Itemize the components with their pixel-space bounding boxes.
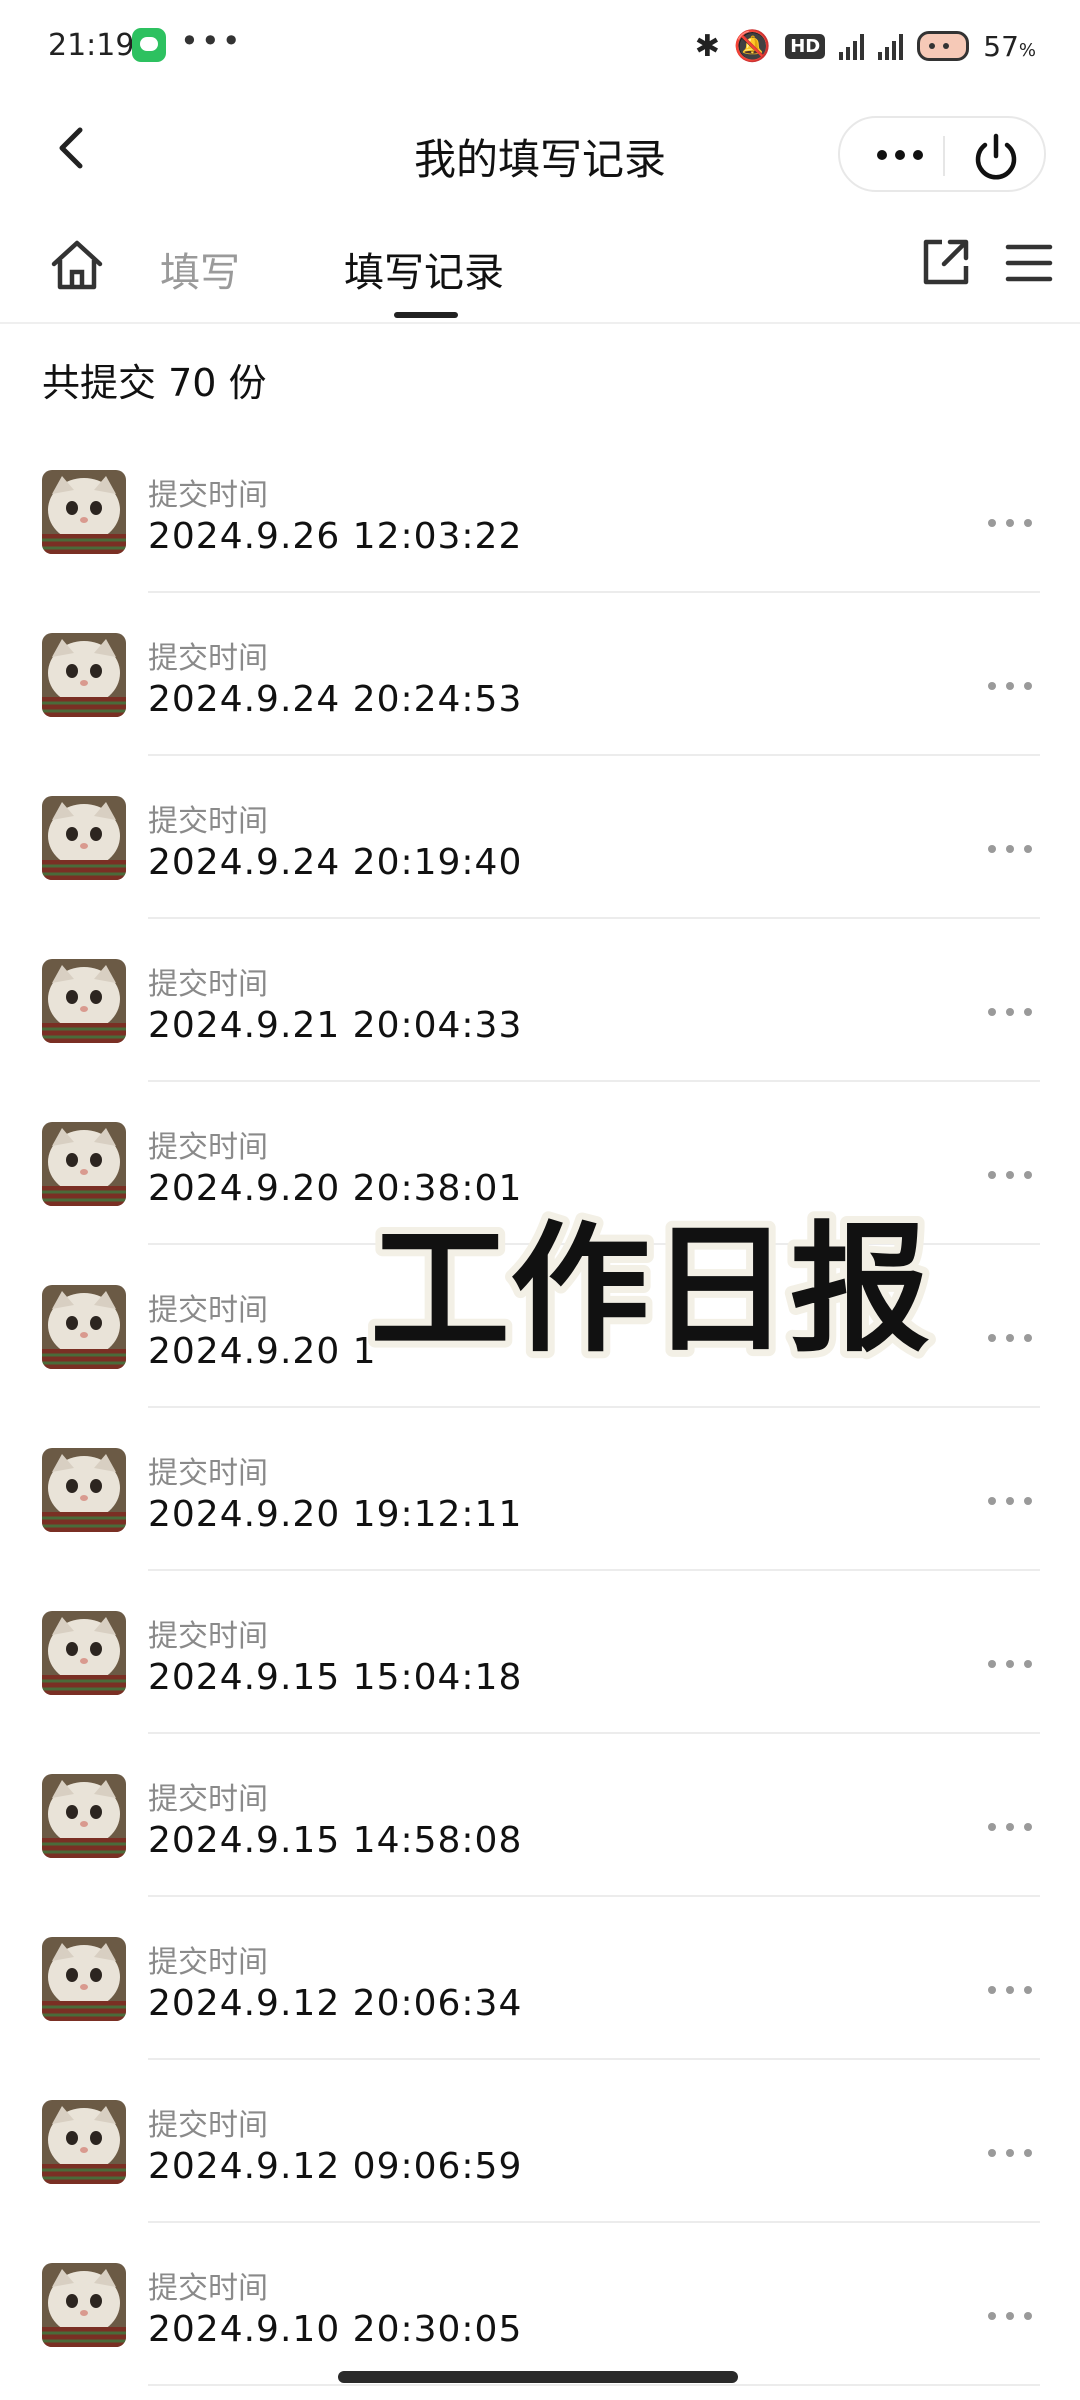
avatar	[42, 470, 126, 554]
record-row[interactable]: 提交时间 2024.9.26 12:03:22	[0, 430, 1080, 593]
submit-time-label: 提交时间	[148, 1945, 268, 1980]
avatar	[42, 796, 126, 880]
submit-time-label: 提交时间	[148, 1782, 268, 1817]
record-row[interactable]: 提交时间 2024.9.15 14:58:08	[0, 1734, 1080, 1897]
overlay-sticker-text: 工作日报	[363, 1202, 937, 1379]
submit-time-value: 2024.9.26 12:03:22	[148, 516, 523, 557]
record-row[interactable]: 提交时间 2024.9.21 20:04:33	[0, 919, 1080, 1082]
submit-time-value: 2024.9.20 19:12:11	[148, 1494, 523, 1535]
avatar	[42, 2100, 126, 2184]
row-divider	[148, 2384, 1040, 2386]
submission-count: 共提交 70 份	[42, 361, 267, 405]
more-dots-icon[interactable]	[984, 514, 1036, 532]
share-external-icon[interactable]	[918, 234, 974, 290]
record-row[interactable]: 提交时间 2024.9.24 20:24:53	[0, 593, 1080, 756]
submit-time-value: 2024.9.15 14:58:08	[148, 1820, 523, 1861]
submit-time-label: 提交时间	[148, 478, 268, 513]
record-row[interactable]: 提交时间 2024.9.12 09:06:59	[0, 2060, 1080, 2223]
record-row[interactable]: 提交时间 2024.9.12 20:06:34	[0, 1897, 1080, 2060]
more-options-icon[interactable]	[860, 130, 940, 180]
submit-time-value: 2024.9.24 20:19:40	[148, 842, 523, 883]
tab-records[interactable]: 填写记录	[344, 240, 504, 298]
home-indicator[interactable]	[338, 2371, 738, 2383]
mute-bell-icon: 🔕	[733, 28, 772, 64]
title-bar: 我的填写记录	[0, 96, 1080, 212]
avatar	[42, 1285, 126, 1369]
more-dots-icon[interactable]	[984, 1003, 1036, 1021]
more-dots-icon[interactable]	[984, 677, 1036, 695]
more-dots-icon[interactable]	[984, 1655, 1036, 1673]
hd-voice-icon: HD	[785, 33, 826, 59]
record-row[interactable]: 提交时间 2024.9.20 19:12:11	[0, 1408, 1080, 1571]
more-dots-icon[interactable]	[984, 1329, 1036, 1347]
avatar	[42, 2263, 126, 2347]
wechat-notification-icon	[132, 28, 166, 62]
submit-time-label: 提交时间	[148, 1619, 268, 1654]
more-dots-icon[interactable]	[984, 840, 1036, 858]
submit-time-value: 2024.9.12 09:06:59	[148, 2146, 523, 2187]
more-dots-icon[interactable]	[984, 2307, 1036, 2325]
capsule-divider	[943, 136, 945, 176]
submit-time-value: 2024.9.15 15:04:18	[148, 1657, 523, 1698]
submit-time-label: 提交时间	[148, 2108, 268, 2143]
more-dots-icon[interactable]	[984, 1981, 1036, 1999]
battery-level: 57	[983, 29, 1019, 63]
avatar	[42, 1611, 126, 1695]
active-tab-indicator	[394, 312, 458, 318]
bluetooth-icon: ✱	[694, 28, 720, 64]
avatar	[42, 1774, 126, 1858]
avatar	[42, 959, 126, 1043]
signal-5g-secondary-icon	[878, 32, 904, 60]
overlay-title: 工作日报	[370, 1209, 930, 1372]
more-dots-icon[interactable]	[984, 1818, 1036, 1836]
avatar	[42, 633, 126, 717]
submit-time-value: 2024.9.24 20:24:53	[148, 679, 523, 720]
records-list: 提交时间 2024.9.26 12:03:22 提交时间 2024.9.24 2…	[0, 430, 1080, 2386]
mini-program-capsule	[838, 116, 1046, 192]
home-icon[interactable]	[46, 234, 108, 296]
status-time: 21:19	[48, 28, 135, 63]
status-bar: 21:19 ••• ✱ 🔕 HD 57%	[48, 22, 1036, 64]
submit-time-label: 提交时间	[148, 967, 268, 1002]
tab-bar: 填写 填写记录	[0, 212, 1080, 324]
submit-time-value: 2024.9.10 20:30:05	[148, 2309, 523, 2350]
more-dots-icon[interactable]	[984, 2144, 1036, 2162]
submit-time-label: 提交时间	[148, 804, 268, 839]
record-row[interactable]: 提交时间 2024.9.24 20:19:40	[0, 756, 1080, 919]
submit-time-value: 2024.9.12 20:06:34	[148, 1983, 523, 2024]
submit-time-label: 提交时间	[148, 1293, 268, 1328]
signal-5g-icon	[839, 32, 865, 60]
tab-fill[interactable]: 填写	[160, 240, 240, 298]
submit-time-label: 提交时间	[148, 1456, 268, 1491]
submit-time-label: 提交时间	[148, 2271, 268, 2306]
record-row[interactable]: 提交时间 2024.9.15 15:04:18	[0, 1571, 1080, 1734]
avatar	[42, 1448, 126, 1532]
battery-icon	[917, 31, 970, 61]
submit-time-label: 提交时间	[148, 641, 268, 676]
avatar	[42, 1937, 126, 2021]
more-dots-icon[interactable]	[984, 1492, 1036, 1510]
record-row[interactable]: 提交时间 2024.9.10 20:30:05	[0, 2223, 1080, 2386]
submit-time-label: 提交时间	[148, 1130, 268, 1165]
more-dots-icon[interactable]	[984, 1166, 1036, 1184]
power-close-icon[interactable]	[966, 128, 1026, 184]
avatar	[42, 1122, 126, 1206]
menu-icon[interactable]	[1004, 238, 1054, 288]
more-notifications-icon: •••	[180, 22, 243, 60]
submit-time-value: 2024.9.21 20:04:33	[148, 1005, 523, 1046]
